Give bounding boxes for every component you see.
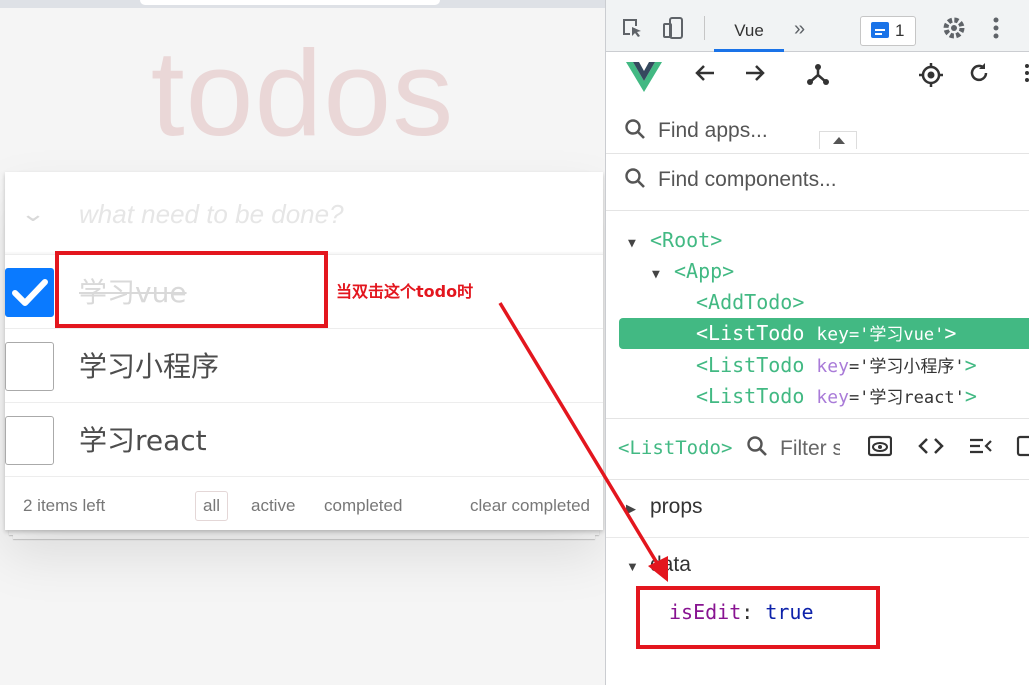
kebab-menu-icon[interactable] (992, 16, 1000, 46)
screenshot-root: todos ⌄ 学习vue 学习小程序 学习react (0, 0, 1029, 685)
todo-checkbox-checked[interactable] (5, 268, 54, 317)
clear-completed-button[interactable]: clear completed (470, 496, 590, 516)
component-tree: ▼ <Root> ▼ <App> <AddTodo> <ListTodo key='… (606, 224, 1029, 414)
find-components-input[interactable] (658, 165, 998, 195)
browser-tab-strip (0, 0, 605, 8)
tree-node-listtodo[interactable]: <ListTodo key='学习小程序'> (696, 350, 977, 381)
inspect-element-icon[interactable] (620, 16, 644, 46)
tree-node-app[interactable]: ▼ <App> (652, 256, 734, 287)
section-title: data (650, 553, 691, 576)
section-title: props (650, 495, 703, 518)
device-toolbar-icon[interactable] (662, 16, 686, 46)
tab-vue[interactable]: Vue (714, 10, 784, 52)
tree-node-addtodo[interactable]: <AddTodo> (696, 287, 804, 318)
tree-node-listtodo-selected[interactable]: <ListTodo key='学习vue'> (619, 318, 1029, 349)
code-brackets-icon[interactable] (918, 435, 944, 463)
issues-count: 1 (895, 21, 905, 40)
back-arrow-icon[interactable] (694, 62, 716, 90)
todo-checkbox[interactable] (5, 416, 54, 465)
filter-completed[interactable]: completed (316, 491, 410, 521)
filter-active[interactable]: active (243, 491, 303, 521)
search-icon (624, 118, 646, 145)
todo-app-title: todos (150, 25, 455, 161)
more-options-icon[interactable] (1024, 62, 1029, 90)
card-stack-shadow (13, 535, 595, 539)
message-icon (871, 22, 889, 38)
select-component-target-icon[interactable] (918, 62, 944, 94)
new-todo-row: ⌄ (5, 172, 603, 255)
inspector-toolbar: <ListTodo> (606, 418, 1029, 480)
vue-devtools-toolbar (606, 52, 1029, 102)
collapsed-arrow-icon[interactable]: ▶ (626, 501, 636, 517)
filter-all[interactable]: all (195, 491, 229, 521)
expanded-arrow-icon[interactable]: ▼ (628, 228, 650, 259)
state-filter-input[interactable] (780, 437, 840, 461)
vue-logo-icon (626, 62, 662, 98)
tree-node-root[interactable]: ▼ <Root> (628, 225, 722, 256)
expanded-arrow-icon[interactable]: ▼ (626, 559, 639, 574)
more-tabs-icon[interactable]: » (794, 18, 805, 41)
tree-node-listtodo[interactable]: <ListTodo key='学习react'> (696, 381, 977, 412)
find-components-row (606, 155, 1029, 211)
find-apps-row (606, 108, 1029, 154)
inspected-component-name: <ListTodo> (618, 437, 733, 459)
component-tree-icon[interactable] (806, 62, 830, 92)
todo-footer: 2 items left all active completed clear … (5, 487, 603, 530)
issues-badge[interactable]: 1 (860, 16, 916, 46)
collapse-apps-icon[interactable] (819, 131, 857, 149)
todo-card: ⌄ 学习vue 学习小程序 学习react 2 items left all (5, 172, 603, 530)
new-todo-input[interactable] (79, 194, 579, 234)
todo-label[interactable]: 学习react (79, 421, 207, 461)
todo-label[interactable]: 学习小程序 (79, 347, 219, 387)
forward-arrow-icon[interactable] (744, 62, 766, 90)
todo-checkbox[interactable] (5, 342, 54, 391)
todo-item[interactable]: 学习小程序 (5, 329, 603, 403)
devtools-tab-bar: Vue » 1 (606, 0, 1029, 52)
checkmark-icon (12, 279, 48, 306)
toolbar-divider (704, 16, 705, 40)
todo-app-pane: todos ⌄ 学习vue 学习小程序 学习react (0, 0, 605, 685)
open-in-editor-icon[interactable] (1016, 435, 1029, 463)
settings-gear-icon[interactable] (942, 16, 966, 46)
refresh-icon[interactable] (968, 62, 990, 90)
props-section[interactable]: ▶ props (606, 480, 1029, 538)
items-left-count: 2 items left (23, 496, 106, 515)
annotation-highlight-box (55, 251, 328, 328)
expanded-arrow-icon[interactable]: ▼ (652, 259, 674, 290)
collapse-list-icon[interactable] (968, 435, 992, 463)
search-icon (746, 435, 768, 463)
toggle-all-icon[interactable]: ⌄ (13, 200, 52, 228)
eye-icon[interactable] (867, 435, 893, 463)
todo-item[interactable]: 学习react (5, 403, 603, 477)
search-icon (624, 167, 646, 194)
devtools-panel: Vue » 1 Find apps... Find components... … (605, 0, 1029, 685)
annotation-highlight-box (636, 586, 880, 649)
annotation-label: 当双击这个todo时 (336, 282, 474, 301)
